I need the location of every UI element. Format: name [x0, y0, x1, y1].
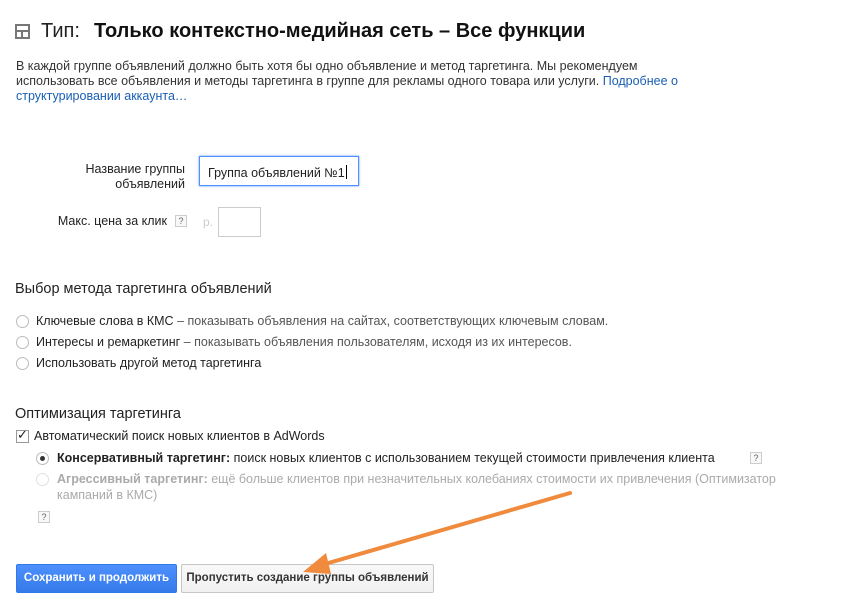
optimization-title: Оптимизация таргетинга	[15, 406, 181, 422]
radio-interests[interactable]	[16, 336, 29, 349]
intro-text: В каждой группе объявлений должно быть х…	[16, 59, 716, 104]
ad-group-name-input[interactable]: Группа объявлений №1	[199, 156, 359, 186]
aggressive-title: Агрессивный таргетинг:	[57, 472, 208, 486]
auto-targeting-label[interactable]: Автоматический поиск новых клиентов в Ad…	[34, 429, 325, 443]
option-conservative[interactable]: Консервативный таргетинг: поиск новых кл…	[57, 451, 715, 465]
auto-targeting-checkbox[interactable]	[16, 428, 29, 443]
layout-grid-icon	[15, 24, 30, 39]
save-and-continue-button[interactable]: Сохранить и продолжить	[16, 564, 177, 593]
max-cpc-label: Макс. цена за клик	[57, 214, 167, 228]
currency-symbol: р.	[203, 215, 214, 229]
option-keywords-desc: – показывать объявления на сайтах, соотв…	[173, 314, 609, 328]
aggressive-help-icon[interactable]: ?	[38, 511, 50, 523]
conservative-help-icon[interactable]: ?	[750, 452, 762, 464]
option-other-method-label: Использовать другой метод таргетинга	[36, 356, 262, 370]
text-caret	[345, 165, 347, 179]
targeting-method-title: Выбор метода таргетинга объявлений	[15, 281, 272, 297]
option-keywords[interactable]: Ключевые слова в КМС – показывать объявл…	[36, 314, 608, 328]
option-aggressive: Агрессивный таргетинг: ещё больше клиент…	[57, 472, 776, 486]
radio-keywords[interactable]	[16, 315, 29, 328]
skip-ad-group-button[interactable]: Пропустить создание группы объявлений	[181, 564, 434, 593]
radio-other-method[interactable]	[16, 357, 29, 370]
page-title: Только контекстно-медийная сеть – Все фу…	[94, 20, 586, 42]
conservative-title: Консервативный таргетинг:	[57, 451, 231, 465]
max-cpc-input[interactable]	[218, 207, 261, 237]
max-cpc-help-icon[interactable]: ?	[175, 215, 187, 227]
option-interests-desc: – показывать объявления пользователям, и…	[180, 335, 572, 349]
option-keywords-label: Ключевые слова в КМС	[36, 314, 174, 328]
option-other-method[interactable]: Использовать другой метод таргетинга	[36, 356, 261, 370]
aggressive-desc-line2: кампаний в КМС)	[57, 488, 158, 502]
page-title-prefix: Тип:	[41, 20, 80, 42]
ad-group-name-value: Группа объявлений №1	[208, 166, 345, 180]
option-interests[interactable]: Интересы и ремаркетинг – показывать объя…	[36, 335, 572, 349]
radio-aggressive	[36, 473, 49, 486]
ad-group-name-label: Название группы объявлений	[85, 162, 185, 191]
option-interests-label: Интересы и ремаркетинг	[36, 335, 181, 349]
conservative-desc: поиск новых клиентов с использованием те…	[230, 451, 715, 465]
radio-conservative[interactable]	[36, 452, 49, 465]
intro-body: В каждой группе объявлений должно быть х…	[16, 59, 638, 88]
aggressive-desc-line1: ещё больше клиентов при незначительных к…	[207, 472, 776, 486]
